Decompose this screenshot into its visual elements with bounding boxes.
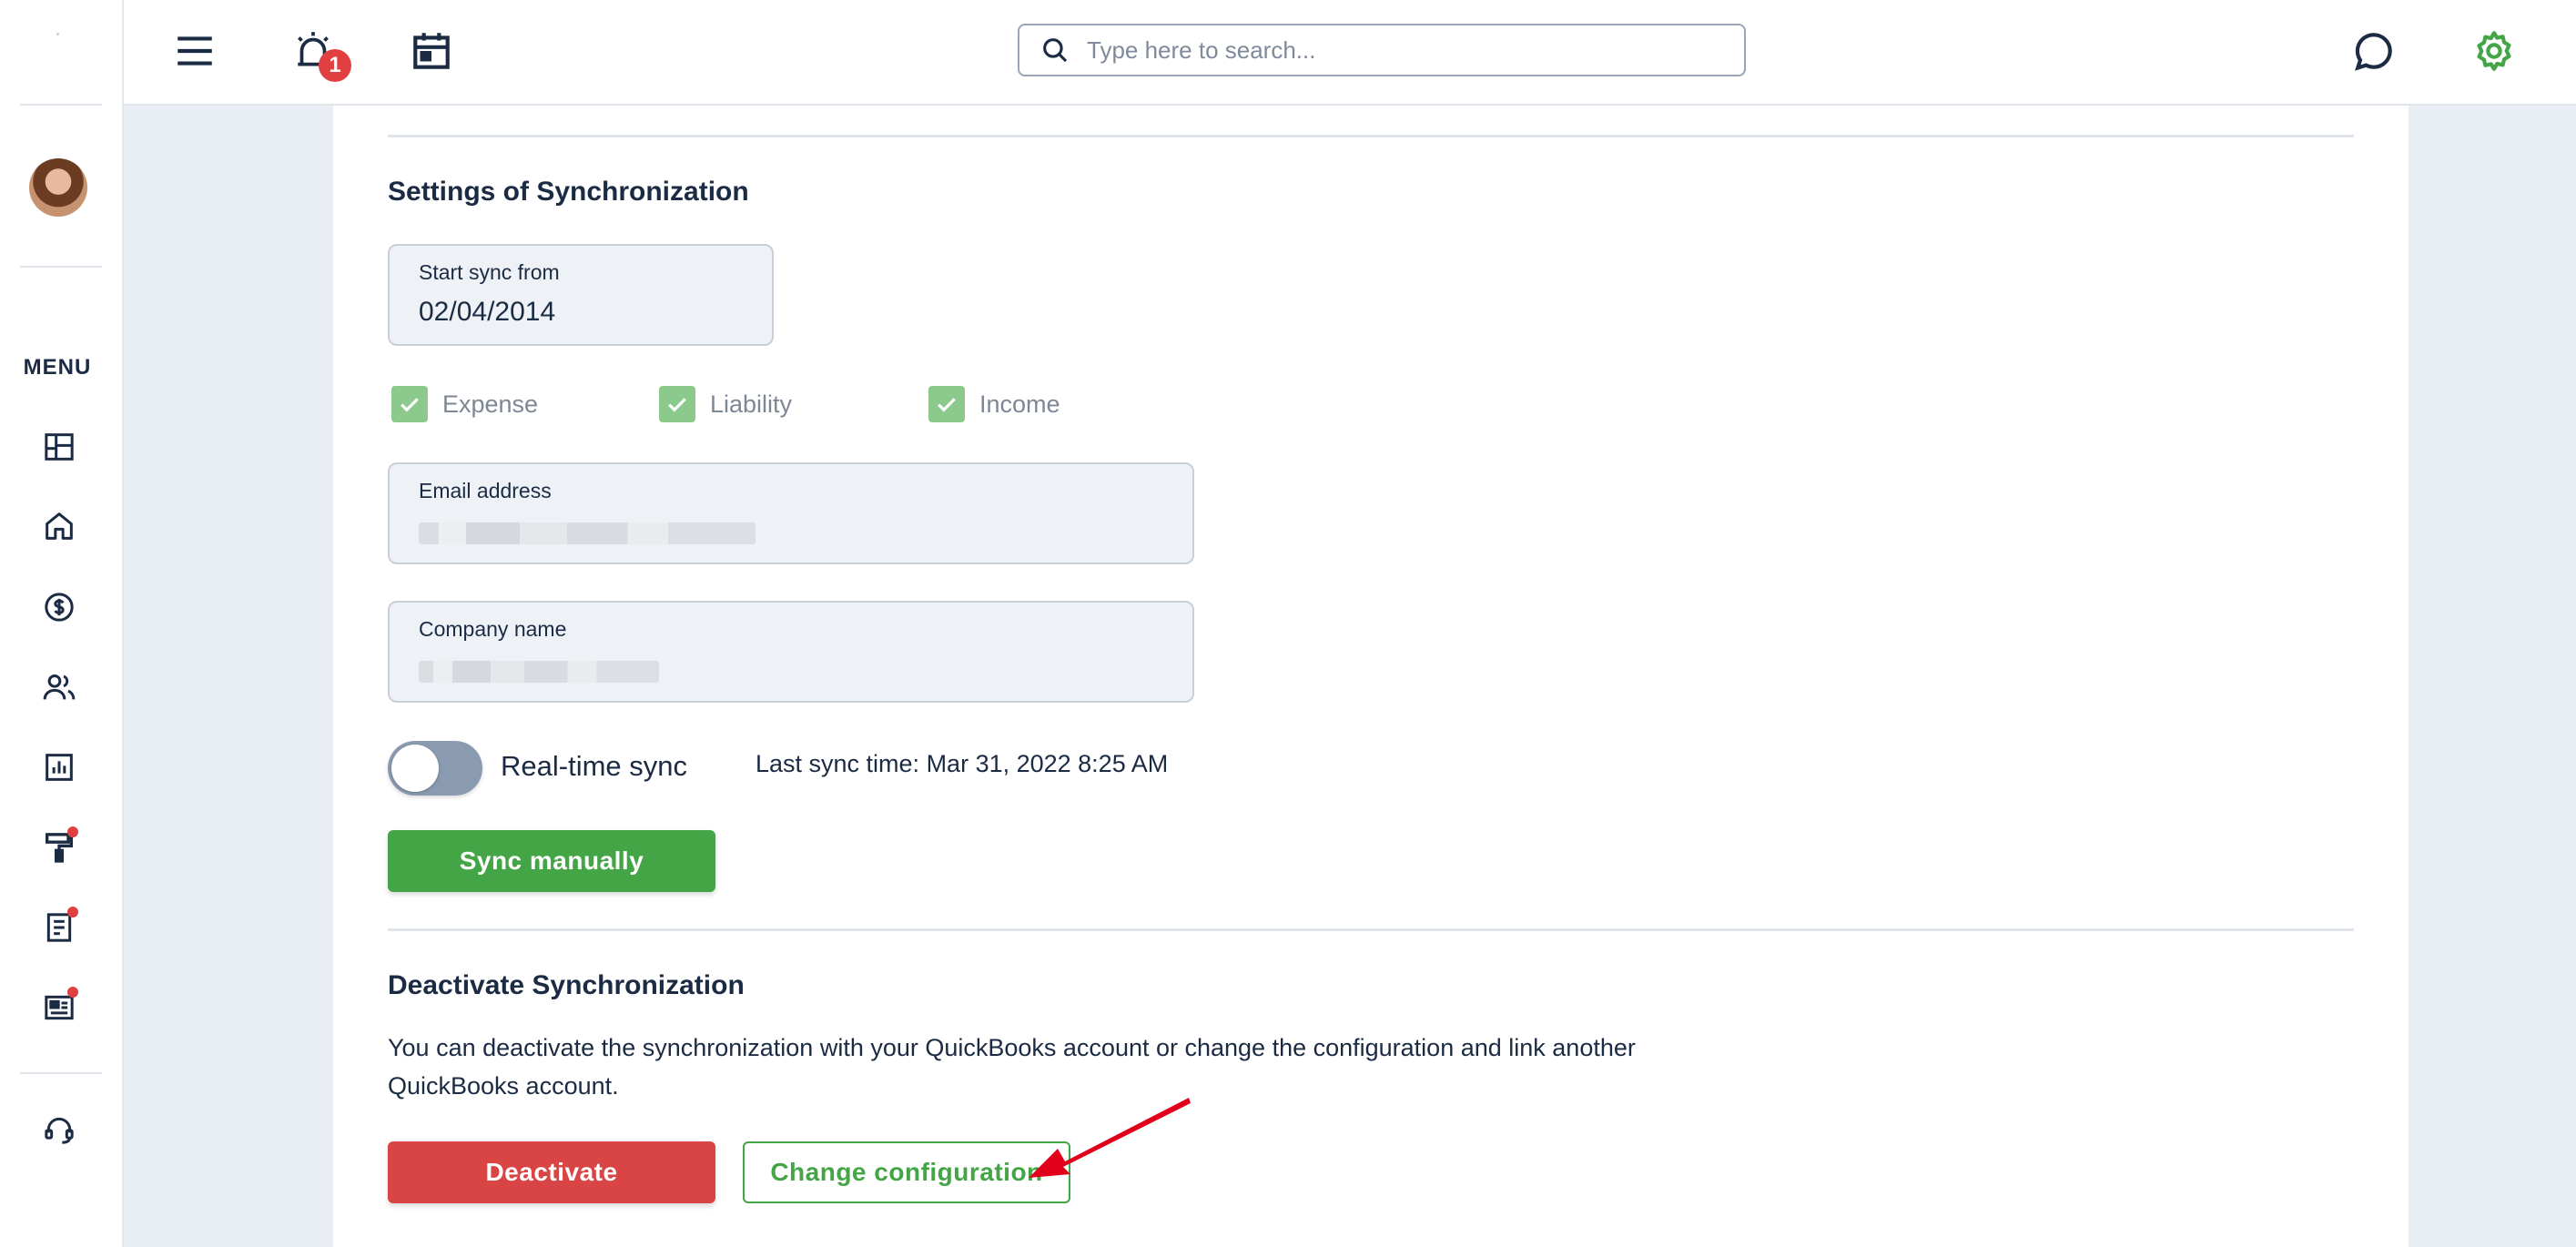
gear-icon: [2477, 31, 2511, 71]
hamburger-menu-button[interactable]: [166, 22, 224, 80]
section-divider: [388, 928, 2354, 931]
home-icon: [46, 512, 73, 540]
notification-dot: [67, 907, 78, 918]
sidebar-item-dashboard[interactable]: [36, 424, 82, 470]
email-value-redacted: [419, 522, 756, 544]
left-sidebar: MENU: [0, 0, 124, 1247]
sidebar-item-finance[interactable]: [36, 584, 82, 630]
expense-checkbox[interactable]: Expense: [391, 386, 538, 422]
start-sync-value: 02/04/2014: [419, 297, 556, 327]
sidebar-item-support[interactable]: [36, 1107, 82, 1152]
sync-settings-title: Settings of Synchronization: [388, 177, 749, 207]
email-label: Email address: [419, 479, 552, 502]
users-icon: [43, 674, 76, 700]
headset-icon: [45, 1117, 74, 1144]
calendar-icon: [413, 33, 450, 69]
sidebar-item-news[interactable]: [36, 985, 82, 1030]
qbo-sync-panel: Settings of Synchronization Start sync f…: [333, 106, 2409, 1247]
sync-manually-button[interactable]: Sync manually: [388, 830, 715, 892]
realtime-sync-toggle[interactable]: [388, 741, 482, 796]
sidebar-item-documents[interactable]: [36, 905, 82, 950]
realtime-sync-label: Real-time sync: [501, 750, 687, 782]
menu-label: MENU: [23, 355, 92, 380]
sidebar-item-reports[interactable]: [36, 745, 82, 790]
start-sync-label: Start sync from: [419, 260, 560, 284]
checkbox-box: [391, 386, 428, 422]
sidebar-item-users[interactable]: [36, 664, 82, 710]
checkmark-icon: [401, 398, 419, 412]
top-bar: 1: [124, 0, 2576, 106]
income-label: Income: [979, 390, 1060, 418]
sidebar-divider: [20, 266, 102, 268]
company-name-field[interactable]: Company name: [388, 601, 1194, 703]
dollar-icon: [45, 593, 74, 622]
chat-button[interactable]: [2345, 22, 2403, 80]
search-box[interactable]: [1018, 24, 1746, 76]
company-label: Company name: [419, 617, 567, 641]
notification-dot: [67, 826, 78, 837]
settings-button[interactable]: [2465, 22, 2523, 80]
section-divider: [388, 135, 2354, 137]
chart-icon: [46, 754, 73, 781]
liability-checkbox[interactable]: Liability: [659, 386, 792, 422]
alerts-button[interactable]: 1: [284, 22, 351, 82]
expense-label: Expense: [442, 390, 539, 418]
search-input[interactable]: [1087, 35, 1706, 65]
user-avatar[interactable]: [29, 158, 87, 217]
income-checkbox[interactable]: Income: [928, 386, 1060, 422]
annotation-arrow-icon: [1029, 1098, 1191, 1178]
notification-dot: [67, 987, 78, 998]
sidebar-divider: [20, 104, 102, 106]
email-field[interactable]: Email address: [388, 462, 1194, 564]
sidebar-divider: [20, 1072, 102, 1074]
company-value-redacted: [419, 661, 659, 683]
checkmark-icon: [668, 398, 686, 412]
deactivate-button[interactable]: Deactivate: [388, 1141, 715, 1203]
checkmark-icon: [938, 398, 956, 412]
deactivate-sync-title: Deactivate Synchronization: [388, 970, 745, 1000]
dashboard-icon: [45, 433, 74, 461]
change-configuration-button[interactable]: Change configuration: [743, 1141, 1070, 1203]
calendar-button[interactable]: [402, 22, 461, 80]
checkbox-box: [928, 386, 965, 422]
toggle-knob: [391, 745, 439, 792]
checkbox-box: [659, 386, 695, 422]
liability-label: Liability: [710, 390, 793, 418]
start-sync-field[interactable]: Start sync from 02/04/2014: [388, 244, 774, 346]
search-icon: [1043, 38, 1068, 63]
sidebar-item-home[interactable]: [36, 503, 82, 549]
last-sync-time: Last sync time: Mar 31, 2022 8:25 AM: [756, 750, 1169, 777]
notification-badge: 1: [319, 49, 351, 82]
logo-dot: [56, 33, 59, 35]
chat-icon: [2355, 33, 2392, 71]
sidebar-item-services[interactable]: [36, 825, 82, 870]
hamburger-icon: [177, 36, 212, 66]
